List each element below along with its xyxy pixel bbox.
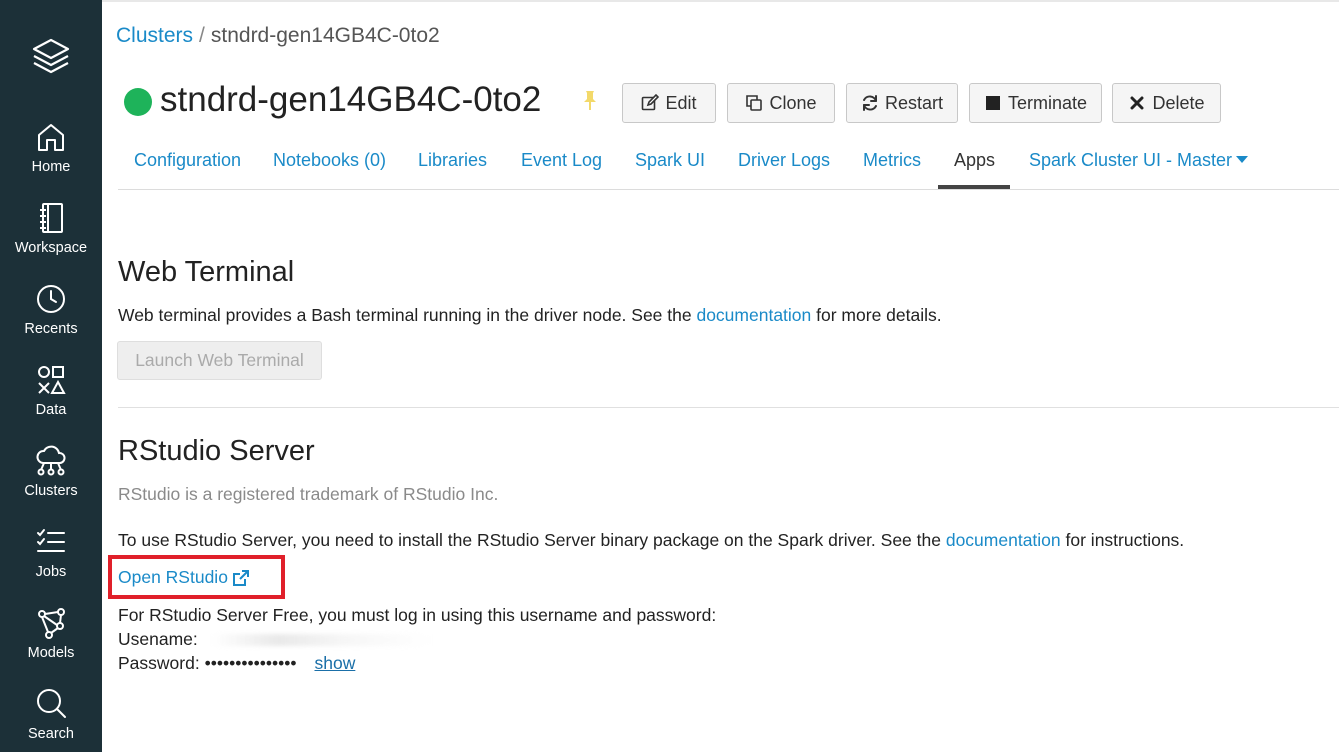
breadcrumb: Clusters / stndrd-gen14GB4C-0to2 — [116, 24, 440, 48]
password-label: Password: — [118, 653, 200, 673]
sidebar-item-clusters[interactable]: Clusters — [0, 444, 102, 525]
web-terminal-description: Web terminal provides a Bash terminal ru… — [118, 305, 942, 326]
notebook-icon — [40, 203, 63, 233]
tab-libraries[interactable]: Libraries — [418, 150, 487, 188]
restart-button-label: Restart — [884, 92, 944, 113]
password-mask: ••••••••••••••• — [204, 653, 297, 673]
sidebar-item-label: Workspace — [14, 240, 88, 256]
web-terminal-desc-text: Web terminal provides a Bash terminal ru… — [118, 305, 697, 325]
edit-icon — [642, 94, 660, 111]
tab-notebooks[interactable]: Notebooks (0) — [273, 150, 386, 188]
delete-button[interactable]: Delete — [1112, 83, 1221, 123]
rstudio-trademark-note: RStudio is a registered trademark of RSt… — [118, 484, 499, 504]
sidebar-item-label: Clusters — [24, 483, 78, 499]
tab-apps[interactable]: Apps — [954, 150, 995, 188]
sidebar-item-jobs[interactable]: Jobs — [0, 525, 102, 606]
rstudio-credentials-note: For RStudio Server Free, you must log in… — [118, 605, 717, 625]
pin-icon[interactable] — [580, 89, 600, 111]
sidebar-item-label: Recents — [24, 321, 78, 337]
tab-spark-cluster-ui-label: Spark Cluster UI - Master — [1029, 150, 1233, 170]
sidebar-item-label: Models — [27, 645, 75, 661]
sidebar-item-label: Data — [35, 402, 67, 418]
cloud-network-icon — [36, 445, 66, 476]
edit-button[interactable]: Edit — [622, 83, 716, 123]
caret-down-icon — [1236, 156, 1249, 163]
sidebar-item-models[interactable]: Models — [0, 606, 102, 687]
home-icon — [38, 124, 64, 151]
breadcrumb-current: stndrd-gen14GB4C-0to2 — [210, 24, 440, 47]
delete-button-label: Delete — [1152, 92, 1205, 113]
launch-web-terminal-button[interactable]: Launch Web Terminal — [117, 341, 322, 380]
rstudio-install-text: To use RStudio Server, you need to insta… — [118, 530, 946, 550]
terminate-button[interactable]: Terminate — [969, 83, 1102, 123]
tab-configuration[interactable]: Configuration — [134, 150, 241, 188]
model-graph-icon — [38, 608, 65, 639]
sidebar-item-label: Search — [28, 726, 74, 742]
web-terminal-desc-text-end: for more details. — [811, 305, 942, 325]
shapes-icon — [38, 366, 66, 394]
section-divider — [118, 407, 1339, 408]
clone-button-label: Clone — [769, 92, 817, 113]
rstudio-install-instructions: To use RStudio Server, you need to insta… — [118, 530, 1184, 551]
tab-driver-logs[interactable]: Driver Logs — [738, 150, 830, 188]
external-link-icon — [232, 569, 249, 586]
tab-metrics[interactable]: Metrics — [863, 150, 921, 188]
restart-button[interactable]: Restart — [846, 83, 958, 123]
checklist-icon — [37, 529, 65, 552]
web-terminal-documentation-link[interactable]: documentation — [696, 305, 811, 325]
sidebar-item-home[interactable]: Home — [0, 120, 102, 201]
search-icon — [37, 689, 66, 718]
sidebar: Home Workspace Recents Data Clusters Job… — [0, 0, 102, 752]
main-content: Clusters / stndrd-gen14GB4C-0to2 stndrd-ge… — [102, 0, 1339, 752]
sidebar-item-recents[interactable]: Recents — [0, 282, 102, 363]
cluster-tabs: Configuration Notebooks (0) Libraries Ev… — [118, 142, 1339, 190]
refresh-icon — [862, 95, 877, 111]
cluster-status-indicator — [124, 88, 152, 116]
clone-button[interactable]: Clone — [727, 83, 835, 123]
rstudio-username-row: Usename: — [118, 629, 432, 650]
tab-spark-ui[interactable]: Spark UI — [635, 150, 705, 188]
open-rstudio-label: Open RStudio — [118, 567, 228, 587]
clock-icon — [37, 285, 65, 313]
tab-spark-cluster-ui-dropdown[interactable]: Spark Cluster UI - Master — [1029, 150, 1249, 188]
sidebar-item-label: Jobs — [35, 564, 67, 580]
sidebar-item-data[interactable]: Data — [0, 363, 102, 444]
stop-icon — [985, 96, 1000, 110]
show-password-link[interactable]: show — [314, 653, 355, 673]
sidebar-item-search[interactable]: Search — [0, 687, 102, 752]
close-icon — [1130, 96, 1144, 110]
rstudio-install-text-end: for instructions. — [1060, 530, 1185, 550]
redacted-username — [211, 634, 432, 647]
top-border — [102, 0, 1339, 2]
sidebar-item-label: Home — [31, 159, 71, 175]
username-label: Usename: — [118, 629, 198, 649]
open-rstudio-link[interactable]: Open RStudio — [118, 567, 250, 588]
sidebar-item-workspace[interactable]: Workspace — [0, 201, 102, 282]
edit-button-label: Edit — [665, 92, 697, 113]
rstudio-documentation-link[interactable]: documentation — [946, 530, 1061, 550]
layers-stack-icon[interactable] — [30, 36, 72, 78]
rstudio-heading: RStudio Server — [118, 435, 315, 467]
active-tab-indicator — [938, 185, 1010, 189]
breadcrumb-clusters-link[interactable]: Clusters — [116, 24, 193, 47]
tab-event-log[interactable]: Event Log — [521, 150, 602, 188]
web-terminal-heading: Web Terminal — [118, 256, 295, 288]
rstudio-password-row: Password: ••••••••••••••• show — [118, 653, 355, 674]
terminate-button-label: Terminate — [1007, 92, 1088, 113]
clone-icon — [746, 95, 763, 111]
page-title: stndrd-gen14GB4C-0to2 — [160, 80, 542, 119]
breadcrumb-separator: / — [199, 24, 205, 47]
